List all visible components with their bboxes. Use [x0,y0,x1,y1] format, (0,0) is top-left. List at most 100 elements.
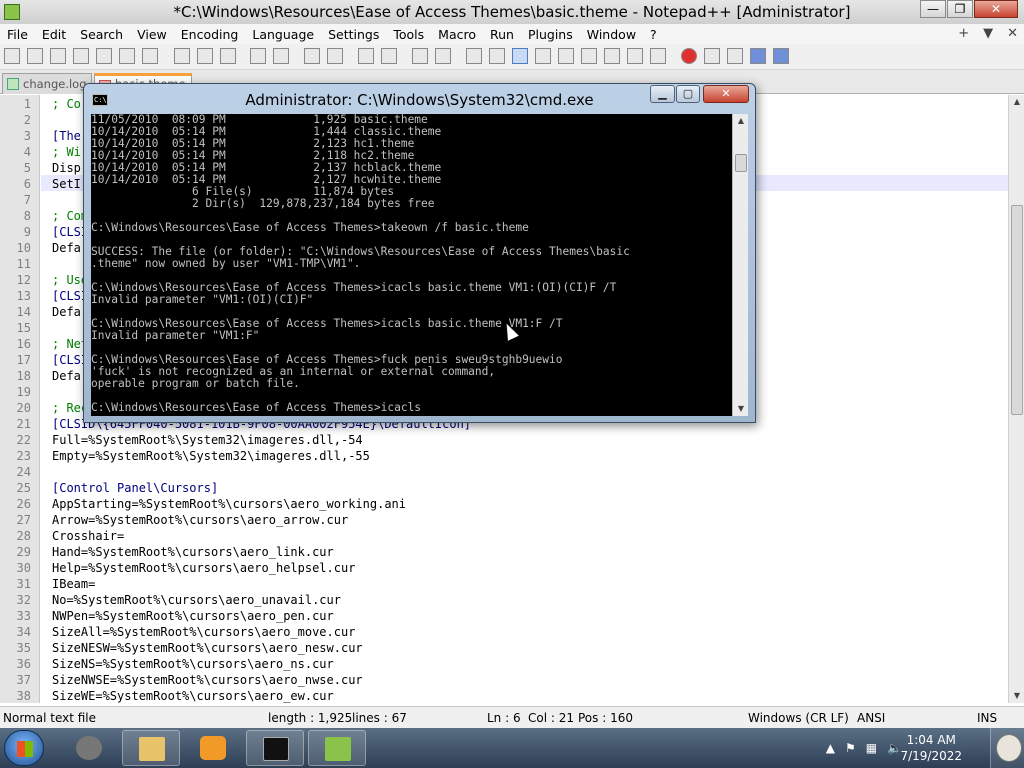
copy-icon[interactable] [197,48,213,64]
menu-edit[interactable]: Edit [35,27,73,42]
taskbar-cmd[interactable] [246,730,304,766]
code-line[interactable]: ; Wi [52,145,81,159]
code-line[interactable]: SizeNWSE=%SystemRoot%\cursors\aero_nwse.… [52,673,363,687]
menu-run[interactable]: Run [483,27,521,42]
menu-help[interactable]: ? [643,27,664,42]
maximize-button[interactable]: ❐ [947,0,973,18]
scroll-up-icon[interactable]: ▲ [733,114,749,128]
code-line[interactable]: [Control Panel\Cursors] [52,481,218,495]
show-desktop-button[interactable] [990,728,1024,768]
redo-icon[interactable] [273,48,289,64]
function-list-icon[interactable] [581,48,597,64]
undo-icon[interactable] [250,48,266,64]
cmd-vertical-scrollbar[interactable]: ▲ ▼ [732,114,748,416]
cmd-window[interactable]: C:\ Administrator: C:\Windows\System32\c… [83,83,756,423]
taskbar-file-explorer[interactable] [122,730,180,766]
code-line[interactable]: Full=%SystemRoot%\System32\imageres.dll,… [52,433,363,447]
code-line[interactable]: [The [52,129,81,143]
monitoring-icon[interactable] [627,48,643,64]
cut-icon[interactable] [174,48,190,64]
code-line[interactable]: Hand=%SystemRoot%\cursors\aero_link.cur [52,545,334,559]
zoom-in-icon[interactable] [358,48,374,64]
code-line[interactable]: SizeNS=%SystemRoot%\cursors\aero_ns.cur [52,657,334,671]
close-button[interactable]: ✕ [974,0,1018,18]
menu-plugins[interactable]: Plugins [521,27,580,42]
start-button[interactable] [4,730,44,766]
print-icon[interactable] [142,48,158,64]
taskbar-notepadpp[interactable] [308,730,366,766]
word-wrap-icon[interactable] [466,48,482,64]
status-encoding[interactable]: ANSI [857,711,885,725]
tab-list-dropdown-icon[interactable]: ▼ [983,26,993,41]
open-file-icon[interactable] [27,48,43,64]
taskbar-media-player[interactable] [184,730,242,766]
menu-view[interactable]: View [130,27,174,42]
cmd-titlebar[interactable]: C:\ Administrator: C:\Windows\System32\c… [84,84,755,114]
menu-search[interactable]: Search [73,27,130,42]
editor-vertical-scrollbar[interactable]: ▲ ▼ [1008,95,1024,703]
code-line[interactable]: Defa [52,305,81,319]
new-tab-plus-icon[interactable]: + [958,26,969,41]
menu-file[interactable]: File [0,27,35,42]
save-all-icon[interactable] [73,48,89,64]
code-line[interactable]: AppStarting=%SystemRoot%\cursors\aero_wo… [52,497,406,511]
code-line[interactable]: Crosshair= [52,529,124,543]
code-line[interactable]: ; Co [52,97,81,111]
record-macro-icon[interactable] [681,48,697,64]
action-center-flag-icon[interactable]: ⚑ [845,741,856,755]
code-line[interactable]: Empty=%SystemRoot%\System32\imageres.dll… [52,449,370,463]
code-line[interactable]: Help=%SystemRoot%\cursors\aero_helpsel.c… [52,561,355,575]
code-line[interactable]: Defa [52,241,81,255]
code-line[interactable]: Disp [52,161,81,175]
close-all-icon[interactable] [119,48,135,64]
zoom-out-icon[interactable] [381,48,397,64]
code-line[interactable]: Defa [52,369,81,383]
doc-map-icon[interactable] [558,48,574,64]
cmd-console[interactable]: 11/05/2010 08:09 PM 1,925 basic.theme 10/… [91,114,732,416]
menu-tools[interactable]: Tools [386,27,431,42]
cmd-minimize-button[interactable]: ▁ [650,85,675,103]
menu-settings[interactable]: Settings [321,27,386,42]
taskbar-media-center[interactable] [60,730,118,766]
tab-change-log[interactable]: change.log [2,73,92,94]
show-hidden-icons-icon[interactable]: ▲ [826,741,835,755]
save-icon[interactable] [50,48,66,64]
sync-vertical-icon[interactable] [412,48,428,64]
indent-guide-icon[interactable] [512,48,528,64]
eye-icon[interactable] [650,48,666,64]
scroll-down-icon[interactable]: ▼ [1009,689,1024,703]
status-insert-mode[interactable]: INS [977,711,997,725]
menu-encoding[interactable]: Encoding [174,27,246,42]
run-macro-multiple-icon[interactable] [750,48,766,64]
cmd-maximize-button[interactable]: ▢ [676,85,700,103]
code-line[interactable]: SizeNESW=%SystemRoot%\cursors\aero_nesw.… [52,641,363,655]
minimize-button[interactable]: — [920,0,946,18]
scrollbar-thumb[interactable] [1011,205,1023,415]
save-macro-icon[interactable] [773,48,789,64]
folder-workspace-icon[interactable] [604,48,620,64]
new-file-icon[interactable] [4,48,20,64]
clock[interactable]: 1:04 AM 7/19/2022 [900,732,962,764]
scroll-down-icon[interactable]: ▼ [733,402,749,416]
sync-horizontal-icon[interactable] [435,48,451,64]
code-line[interactable]: IBeam= [52,577,95,591]
show-all-chars-icon[interactable] [489,48,505,64]
paste-icon[interactable] [220,48,236,64]
close-file-icon[interactable] [96,48,112,64]
status-eol[interactable]: Windows (CR LF) [748,711,849,725]
close-document-icon[interactable]: ✕ [1007,26,1018,41]
code-line[interactable]: No=%SystemRoot%\cursors\aero_unavail.cur [52,593,341,607]
scrollbar-thumb[interactable] [735,154,747,172]
menu-macro[interactable]: Macro [431,27,483,42]
menu-window[interactable]: Window [580,27,643,42]
code-line[interactable]: SizeWE=%SystemRoot%\cursors\aero_ew.cur [52,689,334,703]
cmd-close-button[interactable]: ✕ [703,85,749,103]
user-language-icon[interactable] [535,48,551,64]
menu-language[interactable]: Language [245,27,321,42]
code-line[interactable]: NWPen=%SystemRoot%\cursors\aero_pen.cur [52,609,334,623]
npp-titlebar[interactable]: *C:\Windows\Resources\Ease of Access The… [0,0,1024,24]
code-line[interactable]: Arrow=%SystemRoot%\cursors\aero_arrow.cu… [52,513,348,527]
scroll-up-icon[interactable]: ▲ [1009,95,1024,109]
play-macro-icon[interactable] [727,48,743,64]
find-icon[interactable] [304,48,320,64]
